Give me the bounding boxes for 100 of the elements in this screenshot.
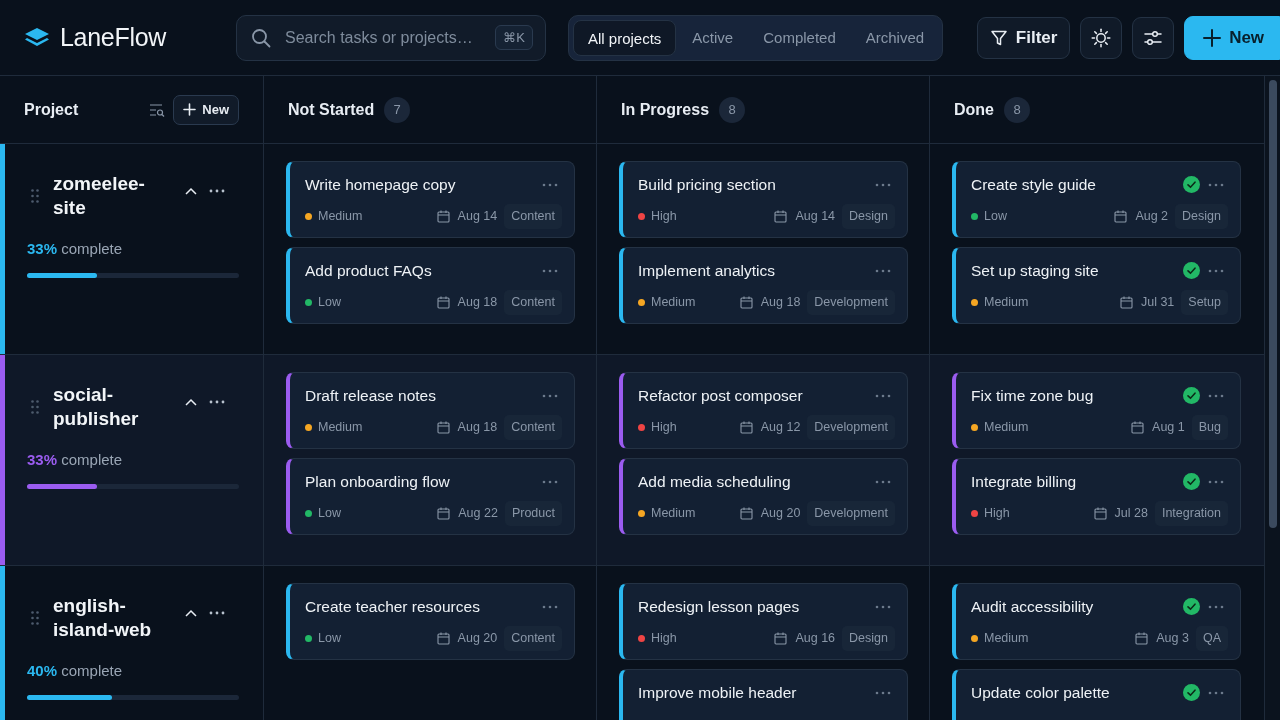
- progress-text: 33% complete: [27, 239, 124, 259]
- due-date: Aug 3: [1156, 630, 1189, 648]
- calendar-icon: [1119, 296, 1133, 310]
- task-tag: QA: [1195, 626, 1228, 651]
- due-date: Aug 14: [795, 208, 836, 226]
- task-card[interactable]: Plan onboarding flow Low Aug 22 Product: [286, 458, 575, 535]
- priority-label: Low: [318, 505, 342, 523]
- column-header: Not Started: [288, 99, 375, 120]
- list-search-icon: [149, 102, 166, 117]
- count-badge: 7: [384, 96, 411, 123]
- more-icon: [542, 393, 558, 398]
- more-icon: [1208, 690, 1224, 695]
- due-date: Aug 18: [760, 294, 801, 312]
- new-project-button[interactable]: New: [173, 94, 239, 125]
- shortcut-hint: ⌘K: [495, 24, 533, 51]
- priority-label: Medium: [318, 419, 364, 437]
- search-input[interactable]: Search tasks or projects…: [283, 24, 484, 51]
- task-card[interactable]: Audit accessibility Medium Aug 3 QA: [952, 583, 1241, 660]
- calendar-icon: [774, 632, 788, 646]
- task-card[interactable]: Improve mobile header: [619, 669, 908, 720]
- filter-tab[interactable]: Active: [678, 19, 748, 56]
- task-title: Add media scheduling: [638, 472, 792, 492]
- filter-tab[interactable]: Completed: [749, 19, 850, 56]
- search-field[interactable]: Search tasks or projects… ⌘K: [236, 14, 546, 61]
- priority-label: Medium: [984, 294, 1030, 312]
- due-date: Aug 18: [457, 419, 498, 437]
- task-title: Improve mobile header: [638, 683, 798, 703]
- due-date: Aug 2: [1135, 208, 1169, 226]
- task-title: Plan onboarding flow: [305, 472, 451, 492]
- priority-label: Low: [984, 208, 1008, 226]
- task-title: Integrate billing: [971, 472, 1078, 492]
- new-button[interactable]: New: [1184, 15, 1280, 60]
- due-date: Aug 14: [457, 208, 498, 226]
- more-icon: [542, 268, 558, 273]
- project-name: social-publisher: [53, 383, 140, 431]
- due-date: Aug 1: [1152, 419, 1185, 437]
- task-card[interactable]: Update color palette: [952, 669, 1241, 720]
- count-badge: 8: [719, 96, 746, 123]
- filter-button[interactable]: Filter: [977, 16, 1071, 59]
- task-tag: Development: [807, 501, 895, 526]
- task-title: Create style guide: [971, 175, 1097, 195]
- sun-icon: [1091, 27, 1112, 48]
- task-card[interactable]: Draft release notes Medium Aug 18 Content: [286, 372, 575, 449]
- task-title: Refactor post composer: [638, 386, 804, 406]
- task-card[interactable]: Set up staging site Medium Jul 31 Setup: [952, 247, 1241, 324]
- task-card[interactable]: Integrate billing High Jul 28 Integration: [952, 458, 1241, 535]
- task-card[interactable]: Write homepage copy Medium Aug 14 Content: [286, 161, 575, 238]
- plus-icon: [1203, 28, 1222, 47]
- task-card[interactable]: Create style guide Low Aug 2 Design: [952, 161, 1241, 238]
- scrollbar[interactable]: [1264, 76, 1280, 720]
- more-icon: [209, 611, 225, 615]
- project-name: english-island-web: [53, 594, 153, 642]
- task-card[interactable]: Build pricing section High Aug 14 Design: [619, 161, 908, 238]
- due-date: Jul 31: [1140, 294, 1175, 312]
- progress-text: 40% complete: [27, 661, 124, 681]
- priority-label: Medium: [984, 630, 1030, 648]
- calendar-icon: [436, 296, 450, 310]
- more-icon: [875, 604, 891, 609]
- project-name: zomeelee-site: [53, 172, 146, 220]
- task-tag: Integration: [1154, 501, 1228, 526]
- task-title: Implement analytics: [638, 261, 776, 281]
- more-icon: [1208, 268, 1224, 273]
- task-title: Build pricing section: [638, 175, 777, 195]
- task-tag: Design: [842, 204, 895, 229]
- task-title: Redesign lesson pages: [638, 597, 801, 617]
- settings-button[interactable]: [1132, 16, 1175, 59]
- task-card[interactable]: Fix time zone bug Medium Aug 1 Bug: [952, 372, 1241, 449]
- task-title: Fix time zone bug: [971, 386, 1095, 406]
- priority-label: Low: [318, 630, 342, 648]
- priority-label: High: [984, 505, 1011, 523]
- priority-label: Medium: [984, 419, 1030, 437]
- task-card[interactable]: Redesign lesson pages High Aug 16 Design: [619, 583, 908, 660]
- task-tag: Development: [807, 415, 895, 440]
- filter-tab[interactable]: All projects: [573, 19, 677, 56]
- task-card[interactable]: Refactor post composer High Aug 12 Development: [619, 372, 908, 449]
- task-card[interactable]: Create teacher resources Low Aug 20 Content: [286, 583, 575, 660]
- more-icon: [875, 182, 891, 187]
- task-tag: Design: [842, 626, 895, 651]
- more-icon: [875, 479, 891, 484]
- due-date: Aug 20: [457, 630, 498, 648]
- more-icon: [542, 182, 558, 187]
- plus-icon: [183, 103, 197, 116]
- calendar-icon: [739, 421, 753, 435]
- task-card[interactable]: Implement analytics Medium Aug 18 Development: [619, 247, 908, 324]
- task-tag: Content: [504, 290, 562, 315]
- calendar-icon: [739, 296, 753, 310]
- more-icon: [209, 189, 225, 193]
- calendar-icon: [436, 421, 450, 435]
- filter-tab[interactable]: Archived: [851, 19, 939, 56]
- more-icon: [542, 479, 558, 484]
- more-icon: [1208, 182, 1224, 187]
- calendar-icon: [1131, 421, 1145, 435]
- task-tag: Content: [504, 204, 562, 229]
- task-card[interactable]: Add media scheduling Medium Aug 20 Development: [619, 458, 908, 535]
- priority-label: High: [651, 630, 678, 648]
- due-date: Aug 18: [457, 294, 498, 312]
- task-title: Add product FAQs: [305, 261, 433, 281]
- task-card[interactable]: Add product FAQs Low Aug 18 Content: [286, 247, 575, 324]
- theme-button[interactable]: [1080, 16, 1123, 59]
- more-icon: [1208, 393, 1224, 398]
